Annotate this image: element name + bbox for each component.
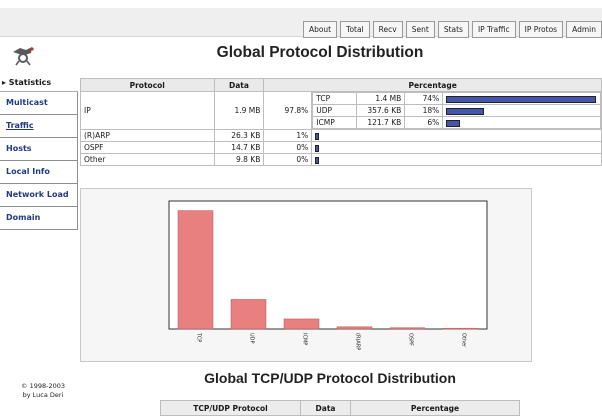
protocol-data: 9.8 KB xyxy=(213,153,265,166)
protocol-bar-chart: TCP UDP ICMP (R)ARP OSPF Other xyxy=(168,200,488,350)
table-row: IP 1.9 MB 97.8% TCP 1.4 MB 74% UDP 357.6 KB 18% I… xyxy=(80,91,602,130)
sub-protocol-data: 357.6 KB xyxy=(356,104,406,117)
percentage-bar xyxy=(446,95,597,103)
sidebar-header-label: ▸ Statistics xyxy=(2,78,52,87)
nav-tab-about[interactable]: About xyxy=(302,21,338,38)
bar-udp xyxy=(230,299,267,330)
sidebar-item-hosts[interactable]: Hosts xyxy=(0,138,78,161)
header-percentage: Percentage xyxy=(263,78,602,92)
protocol-bar-cell xyxy=(311,141,602,154)
protocol-data: 1.9 MB xyxy=(213,91,265,130)
sub-protocol-bar-cell xyxy=(442,92,601,105)
table-row: (R)ARP 26.3 KB 1% xyxy=(80,129,602,142)
copyright: © 1998-2003 by Luca Deri xyxy=(8,382,78,400)
tcp-header-protocol: TCP/UDP Protocol xyxy=(160,400,301,416)
bar-ospf xyxy=(389,327,426,330)
sidebar-item-local-info[interactable]: Local Info xyxy=(0,161,78,184)
top-nav-bar: About Total Recv Sent Stats IP Traffic IP Prot… xyxy=(0,8,602,38)
sub-protocol-bar-cell xyxy=(442,104,601,117)
ip-breakdown-cell: TCP 1.4 MB 74% UDP 357.6 KB 18% ICMP 121.7 KB 6% xyxy=(311,91,602,130)
nav-tab-stats[interactable]: Stats xyxy=(437,21,469,38)
tick-label: OSPF xyxy=(408,333,414,346)
protocol-percentage: 1% xyxy=(263,129,313,142)
percentage-bar xyxy=(315,156,320,164)
ip-breakdown-table: TCP 1.4 MB 74% UDP 357.6 KB 18% ICMP 121.7 KB 6% xyxy=(312,92,601,129)
chart-frame: TCP UDP ICMP (R)ARP OSPF Other xyxy=(80,188,532,362)
protocol-percentage: 97.8% xyxy=(263,91,313,130)
header-protocol: Protocol xyxy=(80,78,215,92)
header-data: Data xyxy=(213,78,265,92)
bar-rarp xyxy=(336,326,373,330)
sidebar-item-domain[interactable]: Domain xyxy=(0,207,78,230)
sub-protocol-name: UDP xyxy=(312,104,358,117)
percentage-bar xyxy=(315,132,320,140)
copyright-years: © 1998-2003 xyxy=(21,382,65,390)
sidebar-item-traffic[interactable]: Traffic xyxy=(0,115,78,138)
ntop-logo-icon xyxy=(13,47,34,66)
sub-protocol-name: ICMP xyxy=(312,116,358,129)
sub-protocol-data: 121.7 KB xyxy=(356,116,406,129)
percentage-bar xyxy=(315,144,320,152)
tick-label: Other xyxy=(461,333,467,348)
protocol-data: 14.7 KB xyxy=(213,141,265,154)
table-row: Other 9.8 KB 0% xyxy=(80,153,602,166)
tcp-header-percentage: Percentage xyxy=(350,400,520,416)
nav-tab-admin[interactable]: Admin xyxy=(566,21,602,38)
protocol-percentage: 0% xyxy=(263,153,313,166)
nav-tab-recv[interactable]: Recv xyxy=(372,21,403,38)
bar-icmp xyxy=(283,318,320,330)
tick-label: UDP xyxy=(249,333,255,344)
percentage-bar xyxy=(446,107,485,115)
nav-tab-total[interactable]: Total xyxy=(340,21,370,38)
protocol-name: (R)ARP xyxy=(80,129,215,142)
protocol-percentage: 0% xyxy=(263,141,313,154)
protocol-name: IP xyxy=(80,91,215,130)
sub-row: ICMP 121.7 KB 6% xyxy=(312,116,601,129)
bar-other xyxy=(442,327,479,330)
table-row: OSPF 14.7 KB 0% xyxy=(80,141,602,154)
sub-protocol-percentage: 18% xyxy=(404,104,444,117)
tick-label: (R)ARP xyxy=(355,333,361,350)
protocol-table: Protocol Data Percentage IP 1.9 MB 97.8% TC… xyxy=(80,78,602,166)
plot-area xyxy=(168,200,488,330)
nav-tab-ip-protos[interactable]: IP Protos xyxy=(518,21,564,38)
tick-label: TCP xyxy=(196,332,202,342)
protocol-data: 26.3 KB xyxy=(213,129,265,142)
sub-protocol-bar-cell xyxy=(442,116,601,129)
sidebar-menu: Multicast Traffic Hosts Local Info Network L… xyxy=(0,92,78,230)
sub-protocol-data: 1.4 MB xyxy=(356,92,406,105)
sub-protocol-name: TCP xyxy=(312,92,358,105)
percentage-bar xyxy=(446,119,461,127)
page-title: Global Protocol Distribution xyxy=(216,44,424,61)
tcp-udp-title: Global TCP/UDP Protocol Distribution xyxy=(204,370,456,386)
protocol-name: Other xyxy=(80,153,215,166)
sub-row: UDP 357.6 KB 18% xyxy=(312,104,601,117)
copyright-author: by Luca Deri xyxy=(22,391,64,399)
sub-protocol-percentage: 6% xyxy=(404,116,444,129)
nav-tab-ip-traffic[interactable]: IP Traffic xyxy=(471,21,516,38)
sidebar-item-multicast[interactable]: Multicast xyxy=(0,92,78,115)
sidebar-header[interactable]: ▸ Statistics xyxy=(0,78,78,92)
bar-tcp xyxy=(177,210,214,330)
protocol-name: OSPF xyxy=(80,141,215,154)
nav-tabs: About Total Recv Sent Stats IP Traffic IP Prot… xyxy=(300,21,602,38)
sidebar-item-network-load[interactable]: Network Load xyxy=(0,184,78,207)
nav-tab-sent[interactable]: Sent xyxy=(405,21,435,38)
sub-protocol-percentage: 74% xyxy=(404,92,444,105)
tcp-header-data: Data xyxy=(300,400,351,416)
protocol-bar-cell xyxy=(311,153,602,166)
tick-label: ICMP xyxy=(302,333,308,345)
sub-row: TCP 1.4 MB 74% xyxy=(312,92,601,105)
protocol-bar-cell xyxy=(311,129,602,142)
